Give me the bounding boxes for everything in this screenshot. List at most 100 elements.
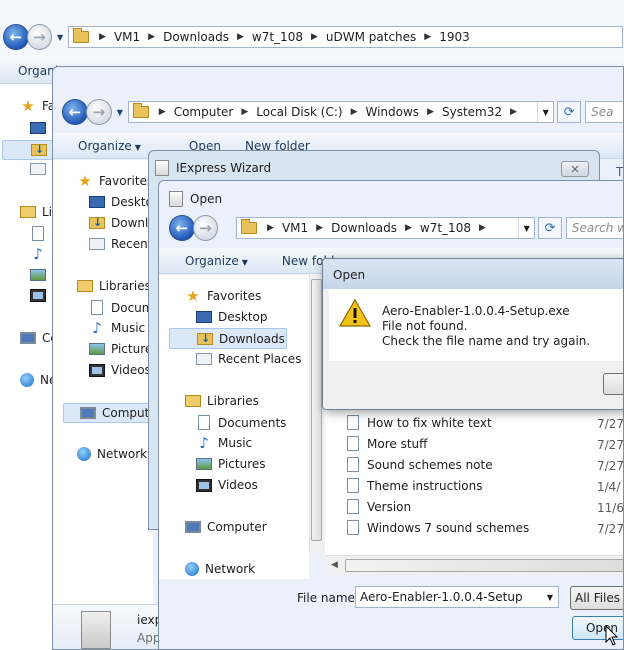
organize-menu[interactable]: Organize ▼ bbox=[53, 139, 153, 153]
desktop-icon bbox=[196, 311, 212, 323]
documents-icon bbox=[198, 415, 210, 430]
nav-recent[interactable]: Recent Places bbox=[196, 352, 301, 366]
recent-places-icon bbox=[196, 353, 212, 365]
network-icon bbox=[185, 562, 199, 576]
search-input[interactable]: Search w bbox=[565, 217, 623, 239]
breadcrumb-item[interactable]: Downloads bbox=[163, 30, 229, 44]
nav-label: Music bbox=[218, 436, 253, 450]
nav-music[interactable]: ♪ bbox=[30, 247, 52, 262]
file-item[interactable]: How to fix white text bbox=[345, 415, 492, 430]
breadcrumb-item[interactable]: 1903 bbox=[439, 30, 470, 44]
back-button[interactable]: ← bbox=[3, 24, 29, 50]
dialog-title: Open bbox=[190, 192, 223, 206]
nav-label: Network bbox=[205, 562, 256, 576]
nav-network[interactable]: Ne bbox=[20, 373, 56, 387]
breadcrumb-item[interactable]: Computer bbox=[174, 105, 234, 119]
nav-videos[interactable] bbox=[30, 289, 52, 302]
nav-libraries[interactable]: Lil bbox=[20, 205, 55, 219]
breadcrumb-item[interactable]: VM1 bbox=[114, 30, 140, 44]
chevron-right-icon: ▶ bbox=[310, 32, 318, 42]
scroll-left-icon[interactable]: ◀ bbox=[331, 560, 338, 570]
nav-network[interactable]: Network bbox=[185, 562, 255, 576]
forward-button[interactable]: → bbox=[26, 24, 53, 50]
address-bar[interactable]: ▶ VM1 ▶ Downloads ▶ w7t_108 ▶ uDWM patch… bbox=[68, 26, 623, 48]
breadcrumb-item[interactable]: System32 bbox=[442, 105, 502, 119]
column-header-t[interactable]: T bbox=[616, 165, 623, 179]
nav-pictures[interactable] bbox=[30, 269, 52, 281]
back-button[interactable]: ← bbox=[169, 215, 195, 241]
nav-network[interactable]: Network bbox=[77, 447, 147, 461]
file-item[interactable]: Windows 7 sound schemes bbox=[345, 520, 529, 535]
file-item[interactable]: Version bbox=[345, 499, 411, 514]
chevron-right-icon: ▶ bbox=[236, 32, 244, 42]
close-button[interactable]: ✕ bbox=[561, 161, 589, 177]
address-dropdown-icon[interactable]: ▼ bbox=[537, 102, 553, 122]
file-item[interactable]: More stuff bbox=[345, 436, 427, 451]
ok-button[interactable] bbox=[603, 373, 623, 395]
search-input[interactable]: Sea bbox=[585, 101, 623, 123]
horizontal-scrollbar[interactable]: ◀ bbox=[325, 555, 623, 575]
nav-music[interactable]: ♪ Music bbox=[89, 321, 145, 336]
refresh-icon[interactable]: ⟳ bbox=[557, 101, 582, 123]
breadcrumb-item[interactable]: Local Disk (C:) bbox=[256, 105, 342, 119]
breadcrumb-item[interactable]: uDWM patches bbox=[326, 30, 416, 44]
file-name-combobox[interactable]: Aero-Enabler-1.0.0.4-Setup ▼ bbox=[355, 586, 559, 608]
nav-downloads[interactable]: Downlo bbox=[89, 216, 156, 230]
nav-libraries[interactable]: Libraries bbox=[185, 394, 259, 408]
breadcrumb-item[interactable]: VM1 bbox=[282, 221, 308, 235]
nav-music[interactable]: ♪ Music bbox=[196, 436, 253, 451]
nav-desktop[interactable]: Deskto bbox=[89, 195, 153, 209]
window-title: IExpress Wizard bbox=[176, 161, 272, 175]
nav-favorites[interactable]: ★ Fa bbox=[20, 99, 55, 114]
nav-favorites[interactable]: ★ Favorites bbox=[185, 289, 261, 304]
file-date: 7/27 bbox=[597, 417, 624, 431]
breadcrumb-item[interactable]: Windows bbox=[365, 105, 419, 119]
recent-pages-dropdown[interactable]: ▼ bbox=[54, 33, 66, 42]
nav-computer[interactable]: Compute bbox=[63, 403, 157, 423]
address-bar[interactable]: ▶ VM1 ▶ Downloads ▶ w7t_108 ▶ ▼ bbox=[236, 217, 536, 239]
nav-desktop[interactable]: Desktop bbox=[196, 310, 268, 324]
file-item[interactable]: Sound schemes note bbox=[345, 457, 493, 472]
scrollbar-thumb[interactable] bbox=[345, 559, 623, 572]
address-bar[interactable]: ▶ Computer ▶ Local Disk (C:) ▶ Windows ▶… bbox=[127, 101, 555, 123]
nav-scrollbar[interactable] bbox=[309, 275, 323, 553]
nav-downloads[interactable]: Downloads bbox=[169, 328, 287, 349]
open-file-dialog: Open ← → ▶ VM1 ▶ Downloads ▶ w7t_108 ▶ ▼… bbox=[158, 180, 624, 650]
recent-pages-dropdown[interactable]: ▼ bbox=[114, 108, 126, 117]
address-dropdown-icon[interactable]: ▼ bbox=[518, 218, 534, 238]
nav-documents[interactable] bbox=[30, 226, 52, 241]
details-filetype: App bbox=[137, 631, 161, 645]
nav-videos[interactable]: Videos bbox=[89, 363, 151, 377]
breadcrumb-item[interactable]: w7t_108 bbox=[252, 30, 303, 44]
back-button[interactable]: ← bbox=[62, 99, 88, 125]
chevron-right-icon: ▶ bbox=[404, 223, 412, 233]
refresh-icon[interactable]: ⟳ bbox=[538, 217, 562, 239]
breadcrumb-item[interactable]: Downloads bbox=[331, 221, 397, 235]
nav-recent[interactable]: Recent bbox=[89, 237, 152, 251]
nav-documents[interactable]: Documents bbox=[196, 415, 286, 430]
chevron-down-icon[interactable]: ▼ bbox=[542, 593, 558, 602]
text-file-icon bbox=[347, 457, 359, 472]
pictures-icon bbox=[196, 458, 212, 470]
breadcrumb-item[interactable]: w7t_108 bbox=[420, 221, 471, 235]
file-type-select[interactable]: All Files (* bbox=[570, 586, 623, 610]
text-file-icon bbox=[347, 499, 359, 514]
nav-videos[interactable]: Videos bbox=[196, 478, 258, 492]
forward-button[interactable]: → bbox=[192, 215, 219, 241]
chevron-right-icon: ▶ bbox=[510, 107, 517, 117]
address-row: ← → ▼ ▶ VM1 ▶ Downloads ▶ w7t_108 ▶ uDWM… bbox=[3, 24, 623, 50]
libraries-icon bbox=[20, 206, 36, 218]
nav-documents[interactable]: Docum bbox=[89, 300, 153, 315]
nav-favorites[interactable]: ★ Favorites bbox=[77, 174, 153, 189]
nav-pictures[interactable]: Pictures bbox=[196, 457, 266, 471]
scrollbar-thumb[interactable] bbox=[311, 279, 322, 541]
forward-button[interactable]: → bbox=[85, 99, 112, 125]
nav-computer[interactable]: Computer bbox=[185, 520, 267, 534]
organize-menu[interactable]: Organize ▼ bbox=[159, 254, 260, 268]
nav-recent[interactable] bbox=[30, 163, 52, 175]
address-row: ← → ▼ ▶ Computer ▶ Local Disk (C:) ▶ Win… bbox=[62, 99, 623, 125]
nav-desktop[interactable] bbox=[30, 122, 52, 134]
folder-icon bbox=[73, 28, 90, 43]
file-item[interactable]: Theme instructions bbox=[345, 478, 482, 493]
nav-libraries[interactable]: Libraries bbox=[77, 279, 151, 293]
